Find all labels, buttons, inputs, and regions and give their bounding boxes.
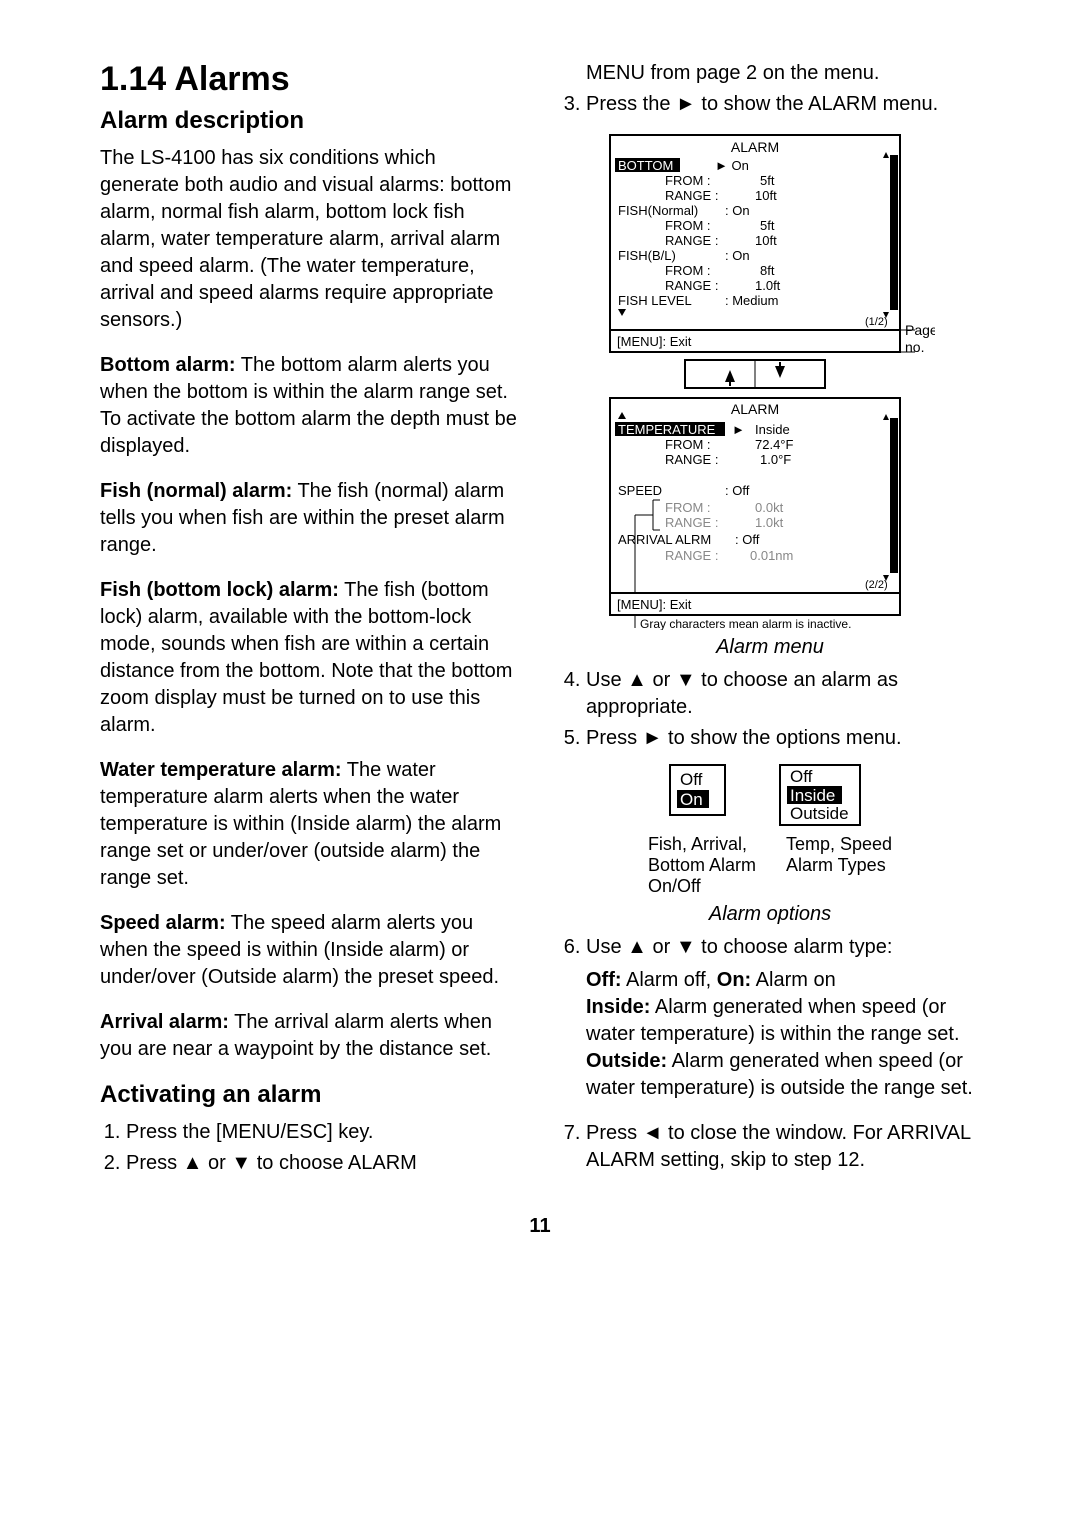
svg-text:FISH LEVEL: FISH LEVEL [618,293,692,308]
svg-text:8ft: 8ft [760,263,775,278]
svg-text:10ft: 10ft [755,188,777,203]
svg-text:0.01nm: 0.01nm [750,548,793,563]
svg-text:: On: : On [725,248,750,263]
svg-text:: Medium: : Medium [725,293,778,308]
left-column: 1.14 Alarms Alarm description The LS-410… [100,60,520,1185]
steps-list-right-1: Press the ► to show the ALARM menu. [560,91,980,118]
svg-text:: Off: : Off [735,532,760,547]
svg-text:Page: Page [905,322,935,338]
svg-text:5ft: 5ft [760,173,775,188]
alarm-menu-caption: Alarm menu [560,636,980,659]
bottom-alarm-paragraph: Bottom alarm: The bottom alarm alerts yo… [100,352,520,460]
svg-text:FROM :: FROM : [665,263,711,278]
svg-text:Gray characters mean alarm is: Gray characters mean alarm is inactive. [640,617,851,630]
svg-text:RANGE :: RANGE : [665,188,718,203]
svg-text:ARRIVAL ALRM: ARRIVAL ALRM [618,532,711,547]
svg-text:1.0°F: 1.0°F [760,452,791,467]
subsection-alarm-description: Alarm description [100,107,520,135]
menu1-title: ALARM [731,139,779,155]
svg-text:FROM :: FROM : [665,218,711,233]
svg-text:RANGE :: RANGE : [665,278,718,293]
svg-text:►: ► [732,422,745,437]
fish-bl-paragraph: Fish (bottom lock) alarm: The fish (bott… [100,577,520,739]
fish-normal-label: Fish (normal) alarm: [100,480,292,502]
svg-text:(2/2): (2/2) [865,579,888,591]
svg-text:Inside: Inside [755,422,790,437]
menu1-bottom-val: ► On [715,158,749,173]
svg-text:FISH(Normal): FISH(Normal) [618,203,698,218]
svg-text:RANGE :: RANGE : [665,233,718,248]
page-columns: 1.14 Alarms Alarm description The LS-410… [100,60,980,1185]
svg-text:(1/2): (1/2) [865,316,888,328]
svg-text:TEMPERATURE: TEMPERATURE [618,422,716,437]
svg-text:RANGE :: RANGE : [665,548,718,563]
fish-bl-text: The fish (bottom lock) alarm, available … [100,579,512,736]
svg-text:0.0kt: 0.0kt [755,500,784,515]
alarm-menu-diagram: ALARM BOTTOM ► On FROM : 5ft RANGE : 10f… [605,130,935,630]
step-1: Press the [MENU/ESC] key. [126,1119,520,1146]
fish-normal-paragraph: Fish (normal) alarm: The fish (normal) a… [100,478,520,559]
svg-text:Inside: Inside [790,786,835,805]
subsection-activating-alarm: Activating an alarm [100,1081,520,1109]
svg-text:FROM :: FROM : [665,437,711,452]
step-2: Press ▲ or ▼ to choose ALARM [126,1150,520,1177]
svg-text:: Off: : Off [725,483,750,498]
svg-text:[MENU]: Exit: [MENU]: Exit [617,334,692,349]
svg-text:: On: : On [725,203,750,218]
step-4: Use ▲ or ▼ to choose an alarm as appropr… [586,667,980,721]
svg-text:FISH(B/L): FISH(B/L) [618,248,676,263]
water-temp-paragraph: Water temperature alarm: The water tempe… [100,757,520,892]
svg-text:[MENU]: Exit: [MENU]: Exit [617,597,692,612]
svg-text:FROM :: FROM : [665,173,711,188]
svg-text:1.0ft: 1.0ft [755,278,781,293]
options-captions: Fish, Arrival, Bottom Alarm On/Off Temp,… [560,834,980,897]
svg-text:RANGE :: RANGE : [665,452,718,467]
svg-text:Off: Off [680,770,703,789]
svg-text:On: On [680,790,703,809]
fish-bl-label: Fish (bottom lock) alarm: [100,579,339,601]
svg-text:FROM :: FROM : [665,500,711,515]
step-6-details: Off: Alarm off, On: Alarm on Inside: Ala… [586,967,980,1102]
step-3: Press the ► to show the ALARM menu. [586,91,980,118]
alarm-options-caption: Alarm options [560,903,980,926]
alarm-menu-figure: ALARM BOTTOM ► On FROM : 5ft RANGE : 10f… [560,126,980,630]
svg-text:ALARM: ALARM [731,401,779,417]
svg-text:Off: Off [790,767,813,786]
steps-list-right-2: Use ▲ or ▼ to choose an alarm as appropr… [560,667,980,752]
section-heading: 1.14 Alarms [100,60,520,99]
svg-text:1.0kt: 1.0kt [755,515,784,530]
step-5: Press ► to show the options menu. [586,725,980,752]
options-caption-left: Fish, Arrival, Bottom Alarm On/Off [648,834,756,897]
svg-text:SPEED: SPEED [618,483,662,498]
steps-list-left: Press the [MENU/ESC] key. Press ▲ or ▼ t… [100,1119,520,1177]
speed-alarm-paragraph: Speed alarm: The speed alarm alerts you … [100,910,520,991]
steps-list-right-3: Use ▲ or ▼ to choose alarm type: Off: Al… [560,934,980,1174]
svg-text:RANGE :: RANGE : [665,515,718,530]
step-7: Press ◄ to close the window. For ARRIVAL… [586,1120,980,1174]
step-2-continuation: MENU from page 2 on the menu. [586,60,980,87]
svg-text:72.4°F: 72.4°F [755,437,794,452]
options-caption-right: Temp, Speed Alarm Types [786,834,892,897]
arrival-alarm-label: Arrival alarm: [100,1011,229,1033]
water-temp-label: Water temperature alarm: [100,759,342,781]
svg-text:no.: no. [905,339,924,355]
alarm-options-diagram: Off On Off Inside Outside [640,760,900,830]
menu1-bottom: BOTTOM [618,158,673,173]
page-number: 11 [100,1215,980,1238]
right-column: MENU from page 2 on the menu. Press the … [560,60,980,1185]
arrival-alarm-paragraph: Arrival alarm: The arrival alarm alerts … [100,1009,520,1063]
svg-text:5ft: 5ft [760,218,775,233]
svg-text:Outside: Outside [790,804,849,823]
bottom-alarm-label: Bottom alarm: [100,354,236,376]
intro-paragraph: The LS-4100 has six conditions which gen… [100,145,520,334]
step-6: Use ▲ or ▼ to choose alarm type: Off: Al… [586,934,980,1102]
speed-alarm-label: Speed alarm: [100,912,226,934]
svg-text:10ft: 10ft [755,233,777,248]
